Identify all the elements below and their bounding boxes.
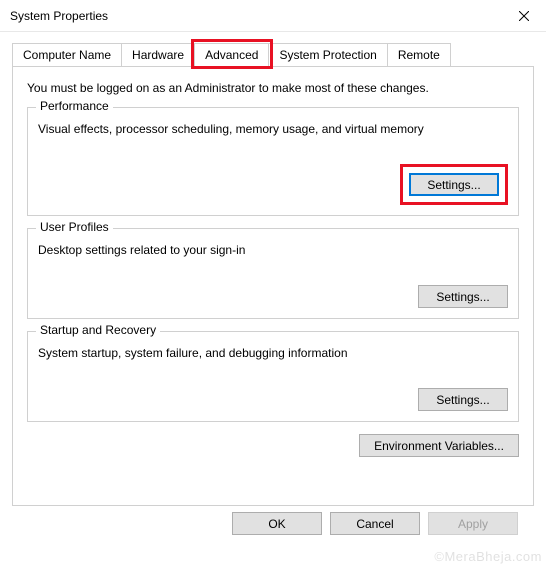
startup-recovery-settings-button[interactable]: Settings...	[418, 388, 508, 411]
cancel-button[interactable]: Cancel	[330, 512, 420, 535]
environment-variables-button[interactable]: Environment Variables...	[359, 434, 519, 457]
tab-system-protection[interactable]: System Protection	[269, 43, 387, 67]
close-button[interactable]	[501, 1, 546, 31]
tabstrip: Computer Name Hardware Advanced System P…	[12, 42, 534, 66]
performance-settings-button[interactable]: Settings...	[409, 173, 499, 196]
titlebar: System Properties	[0, 0, 546, 32]
group-user-profiles-legend: User Profiles	[36, 220, 113, 234]
dialog-content: Computer Name Hardware Advanced System P…	[0, 32, 546, 545]
admin-note: You must be logged on as an Administrato…	[27, 81, 519, 95]
watermark: ©MeraBheja.com	[434, 549, 542, 564]
group-performance-desc: Visual effects, processor scheduling, me…	[38, 122, 508, 136]
group-user-profiles: User Profiles Desktop settings related t…	[27, 228, 519, 319]
group-startup-recovery-legend: Startup and Recovery	[36, 323, 160, 337]
tab-computer-name[interactable]: Computer Name	[12, 43, 122, 67]
tabpanel-advanced: You must be logged on as an Administrato…	[12, 66, 534, 506]
group-startup-recovery: Startup and Recovery System startup, sys…	[27, 331, 519, 422]
group-performance-legend: Performance	[36, 99, 113, 113]
tab-advanced[interactable]: Advanced	[195, 43, 269, 67]
close-icon	[519, 11, 529, 21]
highlight-performance-settings: Settings...	[400, 164, 508, 205]
dialog-button-row: OK Cancel Apply	[12, 506, 534, 535]
window-title: System Properties	[10, 9, 108, 23]
group-user-profiles-desc: Desktop settings related to your sign-in	[38, 243, 508, 257]
system-properties-window: System Properties Computer Name Hardware…	[0, 0, 546, 572]
user-profiles-settings-button[interactable]: Settings...	[418, 285, 508, 308]
tab-hardware[interactable]: Hardware	[122, 43, 195, 67]
ok-button[interactable]: OK	[232, 512, 322, 535]
apply-button[interactable]: Apply	[428, 512, 518, 535]
group-performance: Performance Visual effects, processor sc…	[27, 107, 519, 216]
group-startup-recovery-desc: System startup, system failure, and debu…	[38, 346, 508, 360]
tab-remote[interactable]: Remote	[388, 43, 451, 67]
